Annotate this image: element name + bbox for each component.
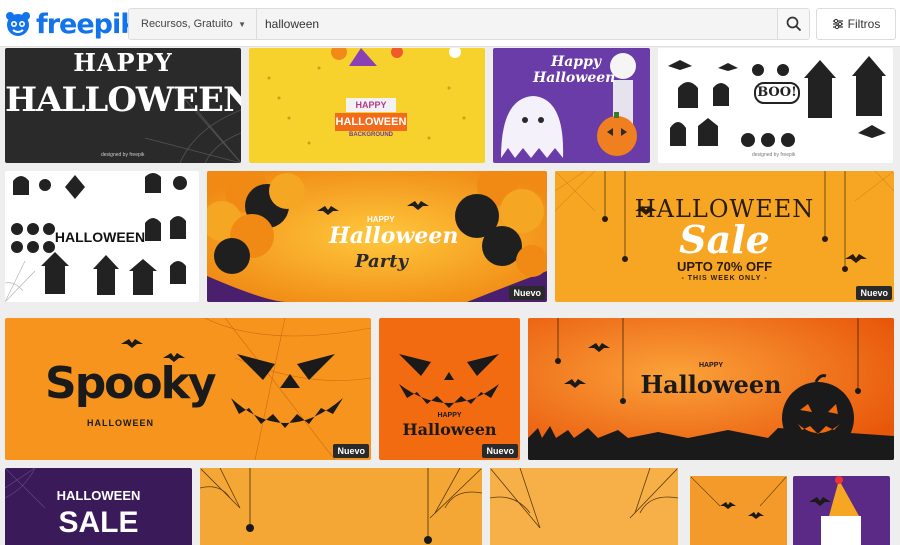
tile-label-happy: HAPPY	[346, 98, 396, 112]
top-bar: freepik Recursos, Gratuito ▼ Filtros	[0, 0, 900, 47]
tile-subtitle: Party	[355, 251, 408, 272]
tile-title: Halloween	[402, 420, 497, 439]
new-badge: Nuevo	[856, 286, 892, 300]
tile-title-top: HAPPY	[437, 412, 462, 419]
spiderweb-graphic	[490, 468, 678, 529]
tile-caption: - THIS WEEK ONLY -	[681, 275, 768, 282]
result-tile[interactable]: HAPPY Halloween Nuevo	[379, 318, 520, 460]
sliders-icon	[832, 18, 843, 30]
search-input[interactable]	[257, 9, 777, 39]
search-scope-label: Recursos, Gratuito	[141, 18, 233, 30]
spiderweb-bats-graphic	[690, 476, 787, 519]
party-hat-graphic	[809, 476, 861, 545]
result-tile[interactable]: HALLOWEEN Sale UPTO 70% OFF - THIS WEEK …	[555, 171, 894, 302]
tile-subtitle: HALLOWEEN	[87, 418, 154, 428]
tile-title-top: HAPPY	[73, 48, 173, 77]
result-tile[interactable]	[200, 468, 482, 545]
search-icon	[786, 16, 801, 32]
search-scope-dropdown[interactable]: Recursos, Gratuito ▼	[129, 9, 257, 39]
tile-subtitle: UPTO 70% OFF	[676, 259, 773, 274]
result-tile[interactable]: HALLOWEEN SALE	[5, 468, 192, 545]
new-badge: Nuevo	[482, 444, 518, 458]
tile-title: HALLOWEEN	[5, 80, 241, 120]
filters-label: Filtros	[847, 17, 881, 31]
tile-title: SALE	[58, 506, 139, 539]
search-button[interactable]	[777, 9, 809, 39]
result-tile[interactable]	[490, 468, 678, 545]
freepik-logo-icon	[6, 12, 30, 36]
freepik-logo[interactable]: freepik	[4, 6, 138, 42]
tile-credit: designed by freepik	[101, 152, 145, 158]
tile-title-top: HALLOWEEN	[56, 488, 141, 503]
result-tile[interactable]: HAPPY Halloween Party Nuevo	[207, 171, 547, 302]
tile-subtitle: BACKGROUND	[349, 132, 393, 138]
result-tile[interactable]: HALLOWEEN	[5, 171, 199, 302]
new-badge: Nuevo	[509, 286, 545, 300]
tile-title: Spooky	[45, 358, 217, 409]
result-tile[interactable]: BOO! designed by freepik	[658, 48, 893, 163]
result-tile[interactable]: HAPPY HALLOWEEN designed by freepik	[5, 48, 241, 163]
result-tile[interactable]	[690, 476, 787, 545]
spiderweb-graphic	[200, 468, 482, 544]
logo-text: freepik	[36, 8, 138, 40]
tile-title: Halloween	[329, 223, 459, 249]
tile-label-boo: BOO!	[754, 82, 800, 104]
new-badge: Nuevo	[333, 444, 369, 458]
tile-title: HALLOWEEN	[54, 229, 146, 245]
tile-title: Halloween	[640, 370, 782, 399]
results-grid: HAPPY HALLOWEEN designed by freepik HAPP…	[0, 48, 900, 545]
result-tile[interactable]: Spooky HALLOWEEN Nuevo	[5, 318, 371, 460]
search-bar: Recursos, Gratuito ▼	[128, 8, 810, 40]
result-tile[interactable]: HAPPY Halloween	[528, 318, 894, 460]
tile-title: Sale	[679, 217, 770, 262]
tile-title-top: Happy	[551, 54, 602, 70]
tile-title: HALLOWEEN	[335, 113, 407, 131]
halloween-silhouettes-graphic	[668, 56, 886, 147]
tile-title-top: HAPPY	[698, 362, 724, 369]
result-tile[interactable]: HAPPY HALLOWEEN BACKGROUND	[249, 48, 485, 163]
result-tile[interactable]: Happy Halloween	[493, 48, 650, 163]
filters-button[interactable]: Filtros	[816, 8, 896, 40]
tile-title: Halloween	[533, 70, 616, 86]
result-tile[interactable]	[793, 476, 890, 545]
tile-credit: designed by freepik	[752, 152, 796, 158]
chevron-down-icon: ▼	[238, 19, 246, 29]
